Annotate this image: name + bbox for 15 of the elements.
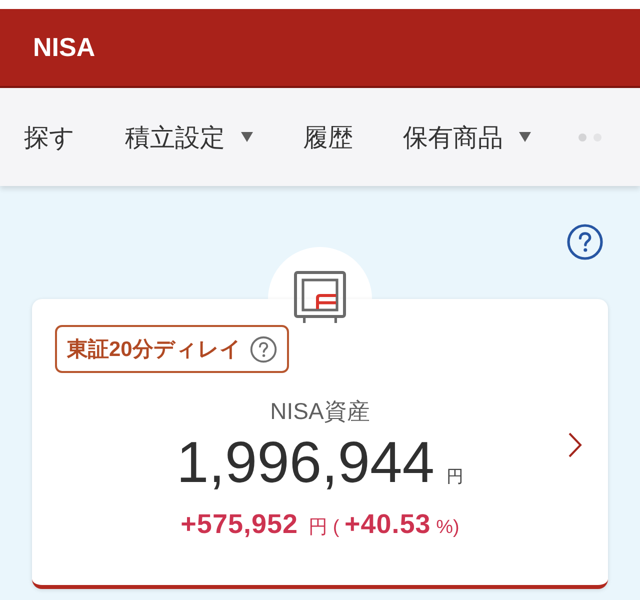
asset-card[interactable]: 東証20分ディレイ NISA資産 1,996,944 円 +575,952 円 ( +40.53 %) — [32, 299, 608, 589]
tab[interactable]: 積立設定 — [100, 120, 278, 154]
currency-unit: 円 — [446, 466, 464, 488]
chevron-right-icon[interactable] — [568, 432, 582, 458]
total-value: 1,996,944 — [176, 431, 435, 495]
gain-line: +575,952 円 ( +40.53 %) — [180, 508, 460, 541]
tab[interactable]: 探す — [0, 120, 100, 154]
help-icon[interactable] — [567, 224, 603, 260]
safe-icon — [294, 271, 346, 323]
tab[interactable]: 保有商品 — [378, 120, 556, 154]
tab[interactable]: 履歴 — [278, 120, 378, 154]
delay-label: 東証20分ディレイ — [67, 337, 242, 363]
asset-label: NISA資産 — [270, 397, 370, 426]
page-title: NISA — [33, 32, 96, 63]
help-icon[interactable] — [250, 336, 278, 362]
